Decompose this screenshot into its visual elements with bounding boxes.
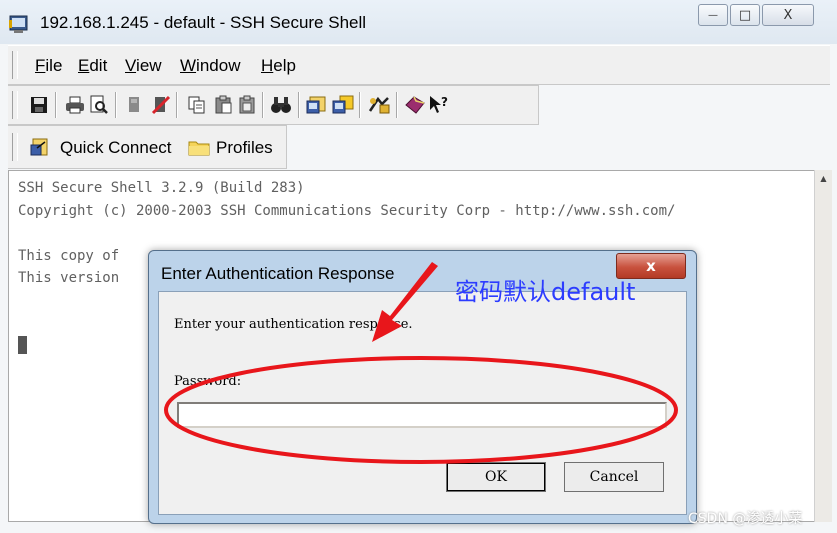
folder-icon <box>188 141 210 156</box>
ssh-client-window: 192.168.1.245 - default - SSH Secure She… <box>0 0 837 533</box>
print-preview-button[interactable] <box>88 94 110 116</box>
sftp-button[interactable] <box>368 94 390 116</box>
cancel-button[interactable]: Cancel <box>564 462 664 492</box>
quick-connect-icon <box>30 138 48 156</box>
toolbar-separator <box>396 92 398 118</box>
menu-help[interactable]: Help <box>261 56 296 76</box>
close-window-button[interactable]: X <box>762 4 814 26</box>
save-button[interactable] <box>28 94 50 116</box>
scroll-up-icon: ▲ <box>820 174 827 183</box>
settings-button[interactable] <box>306 94 328 116</box>
quickbar-grip[interactable] <box>12 133 18 161</box>
minimize-button[interactable]: — <box>698 4 728 26</box>
watermark: CSDN @渗透小菜 <box>688 511 803 527</box>
dialog-body: Enter your authentication response. Pass… <box>158 291 687 515</box>
terminal-line: This version <box>18 270 120 286</box>
save-icon <box>31 97 47 113</box>
paste-alt-button[interactable] <box>236 94 258 116</box>
main-toolbar: ? <box>8 85 539 125</box>
help-book-button[interactable] <box>404 94 426 116</box>
close-icon: X <box>783 7 793 23</box>
close-icon: x <box>646 257 656 275</box>
terminal-cursor <box>18 336 27 354</box>
ok-button[interactable]: OK <box>446 462 546 492</box>
context-help-button[interactable]: ? <box>428 94 450 116</box>
password-input[interactable] <box>177 402 667 428</box>
dialog-title: Enter Authentication Response <box>161 264 395 283</box>
toolbar-separator <box>115 92 117 118</box>
find-button[interactable] <box>270 94 292 116</box>
connect-icon <box>151 95 171 115</box>
terminal-line: SSH Secure Shell 3.2.9 (Build 283) <box>18 180 305 196</box>
paste-icon <box>215 95 232 114</box>
quick-connect-button[interactable]: Quick Connect <box>26 132 186 162</box>
ssh-app-icon <box>9 15 28 33</box>
print-preview-icon <box>90 95 108 114</box>
toolbar-separator <box>55 92 57 118</box>
disconnect-icon <box>129 97 139 112</box>
window-title: 192.168.1.245 - default - SSH Secure She… <box>40 13 367 32</box>
profiles-label: Profiles <box>216 138 273 157</box>
quick-connect-bar: Quick Connect Profiles <box>8 125 287 169</box>
scroll-up-button[interactable]: ▲ <box>815 170 832 187</box>
settings-icon <box>306 96 326 114</box>
terminal-line: Copyright (c) 2000-2003 SSH Communicatio… <box>18 203 676 219</box>
print-button[interactable] <box>64 94 86 116</box>
paste-alt-icon <box>239 95 255 114</box>
copy-button[interactable] <box>186 94 208 116</box>
print-icon <box>66 96 84 114</box>
svg-text:?: ? <box>441 95 448 109</box>
maximize-icon: □ <box>738 7 752 23</box>
menubar-grip[interactable] <box>12 51 18 79</box>
connect-button[interactable] <box>150 94 172 116</box>
terminal-scrollbar[interactable]: ▲ <box>814 170 832 522</box>
quick-connect-label: Quick Connect <box>60 138 172 157</box>
auth-prompt: Enter your authentication response. <box>174 317 413 332</box>
toolbar-grip[interactable] <box>12 91 18 119</box>
window-controls: — □ X <box>690 4 830 26</box>
help-book-icon <box>405 96 425 114</box>
annotation-caption: 密码默认default <box>455 278 636 306</box>
toolbar-separator <box>262 92 264 118</box>
terminal-line: This copy of <box>18 248 120 264</box>
profiles-button[interactable]: Profiles <box>186 132 282 162</box>
sftp-icon <box>368 96 390 114</box>
menu-window[interactable]: Window <box>180 56 240 76</box>
copy-icon <box>188 96 205 114</box>
menu-bar: File Edit View Window Help <box>8 45 830 85</box>
toolbar-separator <box>176 92 178 118</box>
menu-edit[interactable]: Edit <box>78 56 107 76</box>
context-help-icon: ? <box>430 95 448 113</box>
toolbar-separator <box>298 92 300 118</box>
toolbar-separator <box>359 92 361 118</box>
new-window-button[interactable] <box>332 94 354 116</box>
menu-view[interactable]: View <box>125 56 162 76</box>
menu-file[interactable]: File <box>35 56 62 76</box>
find-icon <box>271 97 291 113</box>
new-window-icon <box>332 95 354 114</box>
minimize-icon: — <box>708 9 718 21</box>
maximize-button[interactable]: □ <box>730 4 760 26</box>
paste-button[interactable] <box>212 94 234 116</box>
disconnect-button[interactable] <box>124 94 146 116</box>
password-label: Password: <box>174 374 242 389</box>
title-bar: 192.168.1.245 - default - SSH Secure She… <box>0 0 837 44</box>
